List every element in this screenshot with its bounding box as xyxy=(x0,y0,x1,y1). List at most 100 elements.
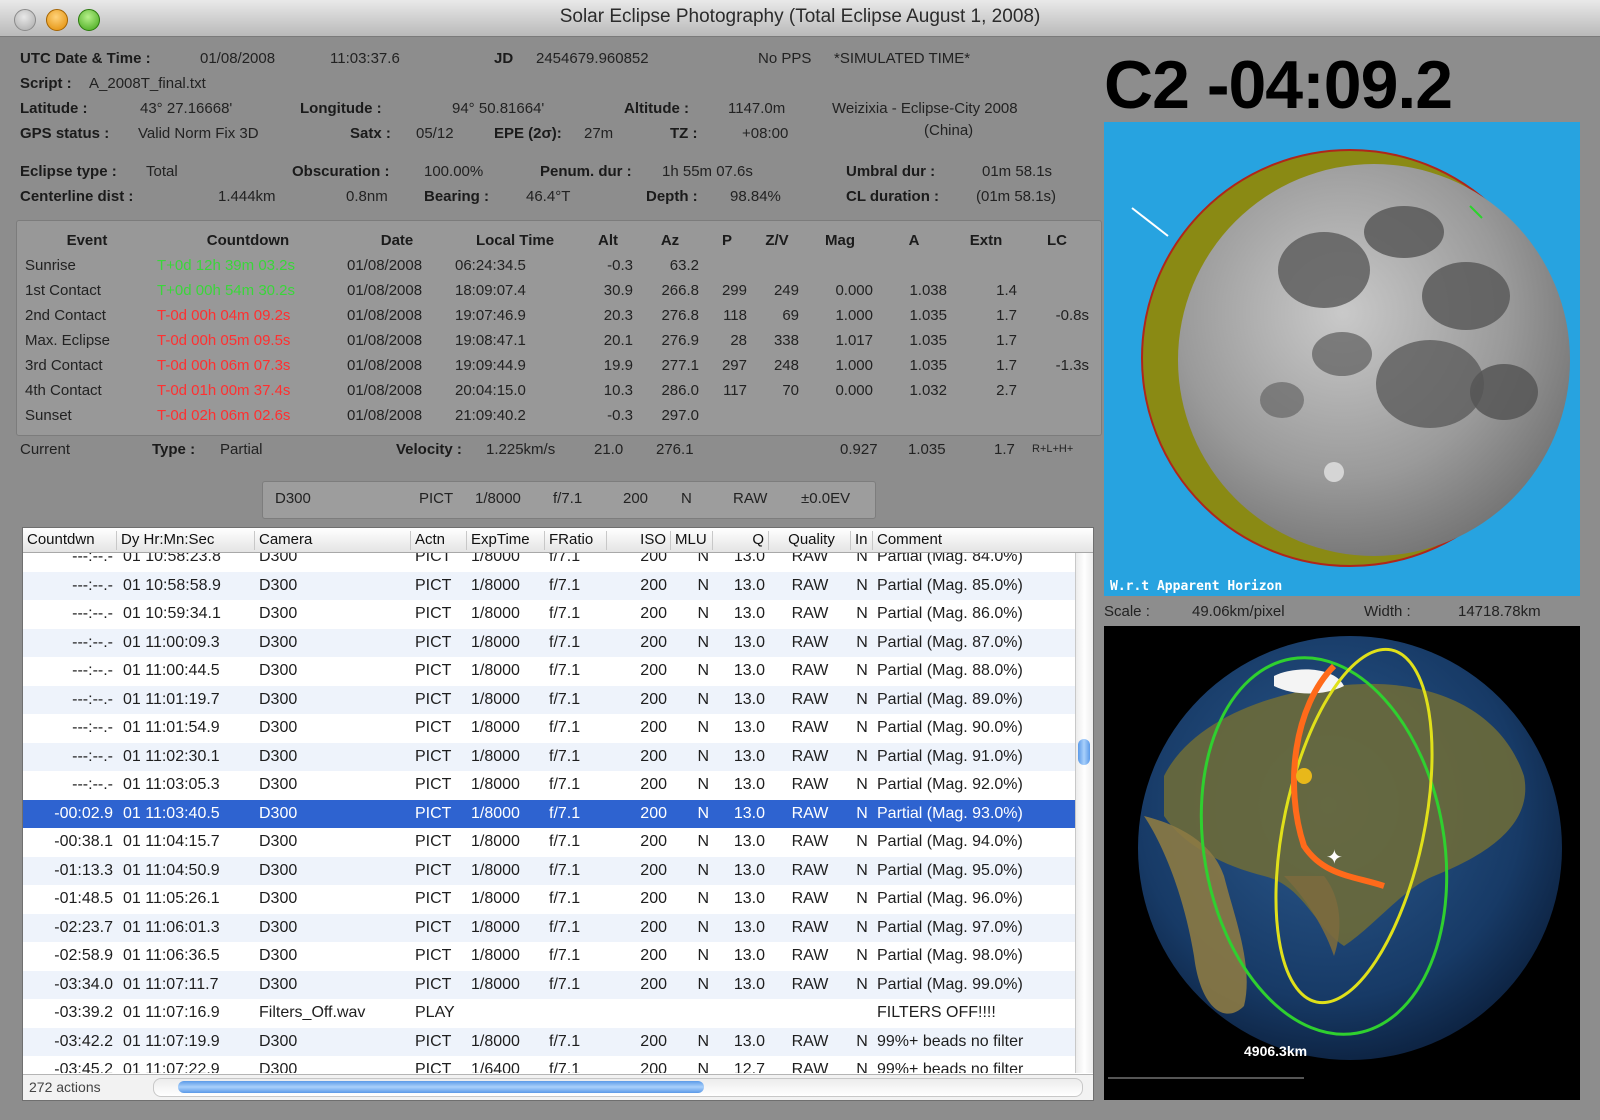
table-row[interactable]: ---:--.- 01 11:01:54.9 D300 PICT 1/8000 f/7.1… xyxy=(23,714,1075,743)
actions-vertical-scroll-thumb[interactable] xyxy=(1078,739,1090,765)
table-row-selected[interactable]: -00:02.9 01 11:03:40.5 D300 PICT 1/8000 f/7.1… xyxy=(23,799,1075,828)
latitude-value: 43° 27.16668' xyxy=(140,100,233,117)
actions-col-action[interactable]: Actn xyxy=(411,531,467,550)
actions-col-q[interactable]: Q xyxy=(713,531,769,550)
obscuration-label: Obscuration : xyxy=(292,163,390,180)
table-row[interactable]: ---:--.- 01 11:03:05.3 D300 PICT 1/8000 f/7.1… xyxy=(23,771,1075,800)
table-row[interactable]: -02:23.7 01 11:06:01.3 D300 PICT 1/8000 f/7.1… xyxy=(23,913,1075,942)
action-cell-comment: Partial (Mag. 85.0%) xyxy=(877,576,1023,594)
actions-col-camera[interactable]: Camera xyxy=(255,531,411,550)
table-row[interactable]: -01:48.5 01 11:05:26.1 D300 PICT 1/8000 f/7.1… xyxy=(23,885,1075,914)
table-row[interactable]: ---:--.- 01 11:00:44.5 D300 PICT 1/8000 f/7.1… xyxy=(23,657,1075,686)
table-row[interactable]: -00:38.1 01 11:04:15.7 D300 PICT 1/8000 f/7.1… xyxy=(23,828,1075,857)
action-cell-iso: 200 xyxy=(640,975,667,993)
action-cell-iso: 200 xyxy=(640,861,667,879)
action-cell-time: 01 11:03:40.5 xyxy=(123,804,220,822)
actions-body[interactable]: ---:--.- 01 10:58:23.8 D300 PICT 1/8000 f/7.1… xyxy=(23,553,1075,1073)
action-cell-in: N xyxy=(856,833,868,850)
current-extn: 1.7 xyxy=(994,441,1015,458)
action-cell-quality: RAW xyxy=(791,662,829,679)
event-cell-time: 21:09:40.2 xyxy=(455,407,526,424)
action-cell-countdown: -03:39.2 xyxy=(54,1004,113,1021)
actions-col-quality[interactable]: Quality xyxy=(769,531,851,550)
actions-col-exptime[interactable]: ExpTime xyxy=(467,531,545,550)
action-cell-comment: Partial (Mag. 97.0%) xyxy=(877,918,1023,936)
centerline-nm: 0.8nm xyxy=(346,188,388,205)
eclipse-type-label: Eclipse type : xyxy=(20,163,117,180)
action-cell-camera: D300 xyxy=(259,975,298,993)
table-row[interactable]: -03:45.2 01 11:07:22.9 D300 PICT 1/6400 f/7.1… xyxy=(23,1056,1075,1073)
table-row[interactable]: ---:--.- 01 11:01:19.7 D300 PICT 1/8000 f/7.1… xyxy=(23,685,1075,714)
location-name: Weizixia - Eclipse-City 2008 xyxy=(832,100,1018,117)
action-cell-exptime: 1/8000 xyxy=(471,833,520,850)
action-cell-countdown: -02:58.9 xyxy=(54,947,113,964)
event-cell-countdown: T-0d 00h 04m 09.2s xyxy=(157,307,291,324)
events-col-event: Event xyxy=(66,231,108,249)
table-row[interactable]: ---:--.- 01 11:00:09.3 D300 PICT 1/8000 f/7.1… xyxy=(23,628,1075,657)
event-cell-a: 1.035 xyxy=(909,332,947,349)
table-row[interactable]: -03:42.2 01 11:07:19.9 D300 PICT 1/8000 f/7.1… xyxy=(23,1027,1075,1056)
actions-col-iso[interactable]: ISO xyxy=(607,531,671,550)
event-cell-event: Max. Eclipse xyxy=(25,332,111,349)
actions-horizontal-scrollbar[interactable] xyxy=(153,1078,1083,1097)
action-cell-iso: 200 xyxy=(640,576,667,594)
action-cell-countdown: -03:45.2 xyxy=(54,1061,113,1073)
action-cell-quality: RAW xyxy=(791,719,829,736)
action-cell-in: N xyxy=(856,918,868,936)
table-row[interactable]: -01:13.3 01 11:04:50.9 D300 PICT 1/8000 f/7.1… xyxy=(23,856,1075,885)
current-mag: 0.927 xyxy=(840,441,878,458)
actions-col-comment[interactable]: Comment xyxy=(873,531,1093,550)
action-cell-comment: Partial (Mag. 99.0%) xyxy=(877,975,1023,993)
action-cell-quality: RAW xyxy=(791,747,829,765)
table-row[interactable]: ---:--.- 01 10:58:23.8 D300 PICT 1/8000 f/7.1… xyxy=(23,553,1075,572)
actions-vertical-scrollbar[interactable] xyxy=(1075,553,1093,1073)
action-cell-camera: D300 xyxy=(259,1061,298,1073)
event-cell-mag: 0.000 xyxy=(835,282,873,299)
scale-row: Scale : 49.06km/pixel Width : 14718.78km xyxy=(1104,601,1580,623)
actions-horizontal-scroll-thumb[interactable] xyxy=(178,1081,704,1093)
action-cell-mlu: N xyxy=(697,947,709,964)
actions-col-mlu[interactable]: MLU xyxy=(671,531,713,550)
utc-label: UTC Date & Time : xyxy=(20,50,151,67)
table-row[interactable]: -03:39.2 01 11:07:16.9 Filters_Off.wav PLAY… xyxy=(23,999,1075,1028)
action-cell-in: N xyxy=(856,1061,868,1073)
actions-col-time[interactable]: Dy Hr:Mn:Sec xyxy=(117,531,255,550)
table-row[interactable]: ---:--.- 01 10:58:58.9 D300 PICT 1/8000 f/7.1… xyxy=(23,571,1075,600)
action-cell-fratio: f/7.1 xyxy=(549,804,581,822)
action-cell-in: N xyxy=(856,890,868,907)
action-cell-fratio: f/7.1 xyxy=(549,776,581,793)
action-cell-camera: D300 xyxy=(259,719,298,736)
event-cell-mag xyxy=(803,403,877,428)
action-cell-time: 01 10:59:34.1 xyxy=(123,605,221,622)
actions-col-in[interactable]: In xyxy=(851,531,873,550)
event-cell-zv: 248 xyxy=(773,357,799,374)
table-row[interactable]: -03:34.0 01 11:07:11.7 D300 PICT 1/8000 f/7.1… xyxy=(23,970,1075,999)
table-row[interactable]: -02:58.9 01 11:06:36.5 D300 PICT 1/8000 f/7.1… xyxy=(23,942,1075,971)
event-cell-p xyxy=(703,403,751,428)
events-col-local-time: Local Time xyxy=(475,231,555,249)
events-col-mag: Mag xyxy=(825,231,855,249)
centerline-label: Centerline dist : xyxy=(20,188,134,205)
action-cell-countdown: ---:--.- xyxy=(72,576,113,594)
event-cell-p: 118 xyxy=(723,307,747,324)
action-cell-q: 13.0 xyxy=(733,1032,765,1050)
action-cell-time: 01 11:07:22.9 xyxy=(123,1061,220,1073)
table-row[interactable]: ---:--.- 01 10:59:34.1 D300 PICT 1/8000 f/7.1… xyxy=(23,600,1075,629)
event-cell-event: 1st Contact xyxy=(25,282,101,299)
action-cell-comment: Partial (Mag. 92.0%) xyxy=(877,776,1023,793)
action-cell-fratio: f/7.1 xyxy=(549,947,581,964)
actions-table[interactable]: Countdwn Dy Hr:Mn:Sec Camera Actn ExpTim… xyxy=(22,527,1094,1101)
actions-col-countdown[interactable]: Countdwn xyxy=(23,531,117,550)
action-cell-in: N xyxy=(856,1032,868,1050)
current-a: 1.035 xyxy=(908,441,946,458)
action-cell-time: 01 10:58:23.8 xyxy=(123,553,221,565)
table-row[interactable]: ---:--.- 01 11:02:30.1 D300 PICT 1/8000 f/7.1… xyxy=(23,742,1075,771)
event-cell-alt: 10.3 xyxy=(603,382,633,399)
actions-col-fratio[interactable]: FRatio xyxy=(545,531,607,550)
events-panel: Event Countdown Date Local Time Alt Az P… xyxy=(16,220,1102,436)
event-cell-zv: 69 xyxy=(782,307,799,324)
event-cell-date: 01/08/2008 xyxy=(347,282,423,299)
action-cell-camera: D300 xyxy=(259,576,298,594)
current-az: 276.1 xyxy=(656,441,694,458)
action-cell-countdown: -00:02.9 xyxy=(54,804,113,822)
